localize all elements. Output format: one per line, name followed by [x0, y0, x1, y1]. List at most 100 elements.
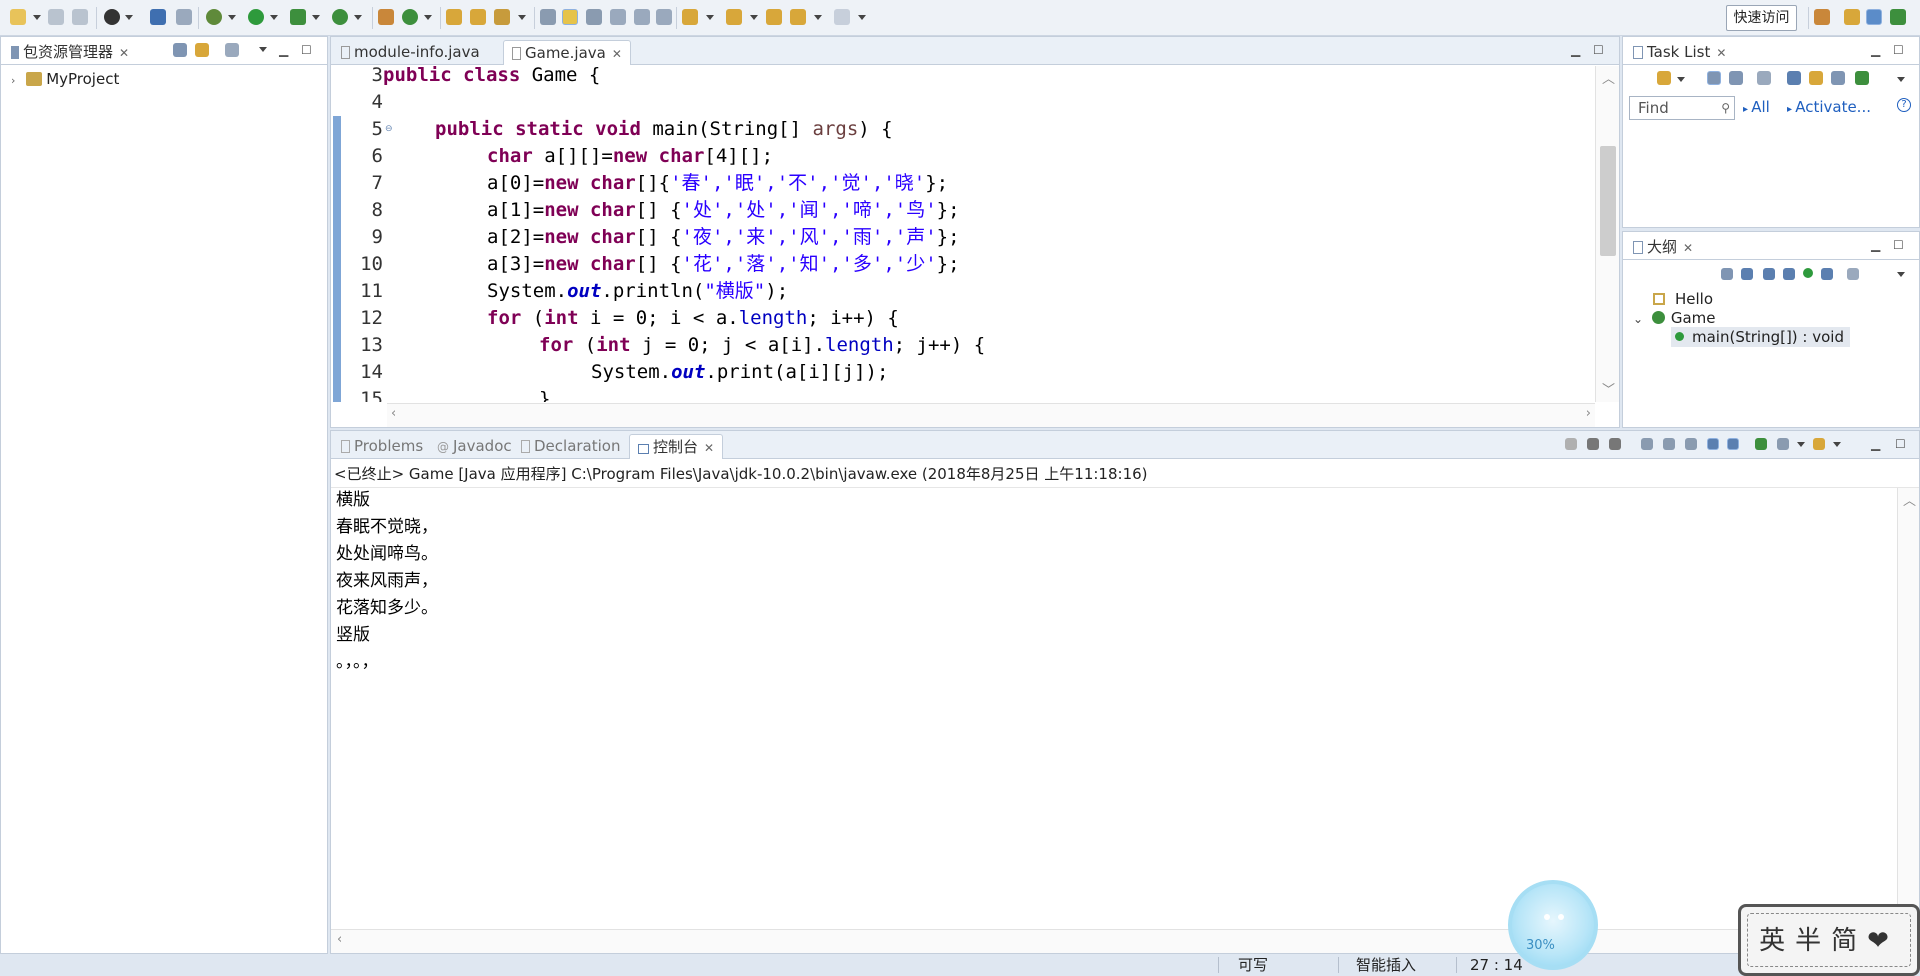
tab-problems[interactable]: Problems [333, 434, 431, 459]
new-task-dropdown-arrow[interactable] [1677, 77, 1685, 82]
toggle-mark-occurrences-icon[interactable] [562, 9, 578, 25]
scroll-left-icon[interactable]: ‹ [391, 406, 396, 421]
tab-declaration[interactable]: Declaration [513, 434, 628, 459]
back-icon[interactable] [790, 9, 806, 25]
editor-horizontal-scrollbar[interactable]: ‹ › [387, 403, 1595, 427]
hide-completed-icon[interactable] [1787, 71, 1801, 85]
open-console-dropdown-arrow[interactable] [1833, 442, 1841, 447]
focus-on-task-icon[interactable] [1847, 268, 1859, 280]
debug-perspective-icon[interactable] [104, 9, 120, 25]
run-icon[interactable] [248, 9, 264, 25]
show-on-stdout-icon[interactable] [1707, 438, 1719, 450]
forward-icon[interactable] [834, 9, 850, 25]
coverage-icon[interactable] [290, 9, 306, 25]
scroll-up-icon[interactable]: ︿ [1602, 68, 1615, 87]
coverage-dropdown-arrow[interactable] [312, 15, 320, 20]
tab-javadoc[interactable]: @ Javadoc [429, 434, 520, 459]
display-console-icon[interactable] [1777, 438, 1789, 450]
save-icon[interactable] [48, 9, 64, 25]
tab-game-java[interactable]: Game.java ✕ [503, 40, 631, 65]
back-dropdown-arrow[interactable] [814, 15, 822, 20]
minimize-icon[interactable]: ▁ [1871, 238, 1880, 252]
paragraph-icon[interactable] [656, 9, 672, 25]
skip-breakpoints-icon[interactable] [176, 9, 192, 25]
display-console-dropdown-arrow[interactable] [1797, 442, 1805, 447]
pin-console-icon[interactable] [1755, 438, 1767, 450]
toggle-breadcrumb-icon[interactable] [540, 9, 556, 25]
chevron-right-icon[interactable]: › [11, 74, 15, 87]
open-perspective-icon[interactable] [1814, 9, 1830, 25]
outline-item-method[interactable]: main(String[]) : void [1671, 327, 1850, 347]
close-icon[interactable]: ✕ [612, 42, 622, 66]
scroll-up-icon[interactable]: ︿ [1903, 490, 1916, 509]
view-menu-icon[interactable] [1897, 272, 1905, 277]
categorized-icon[interactable] [1707, 71, 1721, 85]
sync-repository-icon[interactable] [1855, 71, 1869, 85]
chevron-down-icon[interactable]: ⌄ [1633, 312, 1643, 326]
code-editor[interactable]: 3 4 5 ⊖ 6 7 8 9 10 11 12 13 14 15 public… [331, 66, 1619, 402]
close-icon[interactable]: ✕ [1683, 236, 1693, 260]
minimize-icon[interactable]: ▁ [1571, 43, 1580, 57]
word-wrap-icon[interactable] [1685, 438, 1697, 450]
help-icon[interactable]: ? [1897, 98, 1911, 112]
save-all-icon[interactable] [72, 9, 88, 25]
external-tools-dropdown-arrow[interactable] [354, 15, 362, 20]
hide-static-icon[interactable] [1783, 268, 1795, 280]
hide-local-types-icon[interactable] [1821, 268, 1833, 280]
hide-fields-icon[interactable] [1763, 268, 1775, 280]
tab-task-list[interactable]: Task List ✕ [1625, 40, 1734, 65]
tab-outline[interactable]: 大纲 ✕ [1625, 235, 1701, 260]
scroll-down-icon[interactable]: ﹀ [1602, 379, 1615, 398]
view-menu-icon[interactable] [259, 47, 267, 52]
show-whitespace-icon[interactable] [610, 9, 626, 25]
maximize-icon[interactable]: ☐ [1895, 437, 1906, 451]
open-task-icon[interactable] [470, 9, 486, 25]
terminal-icon[interactable] [150, 9, 166, 25]
view-menu-icon[interactable] [1897, 77, 1905, 82]
console-horizontal-scrollbar[interactable]: ‹ [331, 929, 1899, 953]
new-task-icon[interactable] [1657, 71, 1671, 85]
scroll-left-icon[interactable]: ‹ [337, 932, 342, 947]
java-perspective-icon[interactable] [1866, 9, 1882, 25]
minimize-icon[interactable]: ▁ [279, 43, 288, 57]
new-java-package-icon[interactable] [378, 9, 394, 25]
perspective-dropdown-arrow[interactable] [125, 15, 133, 20]
scroll-right-icon[interactable]: › [1586, 406, 1591, 421]
remove-all-terminated-icon[interactable] [1609, 438, 1621, 450]
editor-vertical-scrollbar[interactable]: ︿ ﹀ [1595, 66, 1619, 402]
console-vertical-scrollbar[interactable]: ︿ [1897, 488, 1919, 928]
quick-access-field[interactable]: 快速访问 [1726, 5, 1797, 31]
close-icon[interactable]: ✕ [119, 41, 129, 65]
previous-annotation-icon[interactable] [726, 9, 742, 25]
tab-console[interactable]: 控制台 ✕ [629, 434, 724, 459]
previous-annotation-dropdown-arrow[interactable] [750, 15, 758, 20]
scrollbar-thumb[interactable] [1600, 146, 1616, 256]
debug-dropdown-arrow[interactable] [228, 15, 236, 20]
tab-module-info[interactable]: module-info.java [333, 40, 488, 65]
link-with-editor-icon[interactable] [195, 43, 209, 57]
focus-on-workweek-icon[interactable] [1757, 71, 1771, 85]
collapse-all-icon[interactable] [1721, 268, 1733, 280]
activate-link[interactable]: ▸ Activate... [1787, 98, 1871, 116]
assistant-floating-ball[interactable]: 30% [1508, 880, 1598, 970]
synchronize-icon[interactable] [1809, 71, 1823, 85]
hide-non-public-icon[interactable] [1803, 268, 1813, 278]
tree-item-project[interactable]: › MyProject [11, 70, 119, 88]
maximize-icon[interactable]: ☐ [301, 43, 312, 57]
show-on-stderr-icon[interactable] [1727, 438, 1739, 450]
collapse-all-icon[interactable] [1831, 71, 1845, 85]
collapse-all-icon[interactable] [173, 43, 187, 57]
java-ee-perspective-icon[interactable] [1844, 9, 1860, 25]
maximize-icon[interactable]: ☐ [1893, 43, 1904, 57]
maximize-icon[interactable]: ☐ [1893, 238, 1904, 252]
clear-console-icon[interactable] [1641, 438, 1653, 450]
run-dropdown-arrow[interactable] [270, 15, 278, 20]
new-dropdown-arrow[interactable] [33, 15, 41, 20]
ime-status-bar[interactable]: 英半简❤ [1738, 904, 1920, 976]
forward-dropdown-arrow[interactable] [858, 15, 866, 20]
search-dropdown-arrow[interactable] [518, 15, 526, 20]
scroll-lock-icon[interactable] [1663, 438, 1675, 450]
focus-on-task-icon[interactable] [225, 43, 239, 57]
debug-icon[interactable] [206, 9, 222, 25]
last-edit-location-icon[interactable] [766, 9, 782, 25]
